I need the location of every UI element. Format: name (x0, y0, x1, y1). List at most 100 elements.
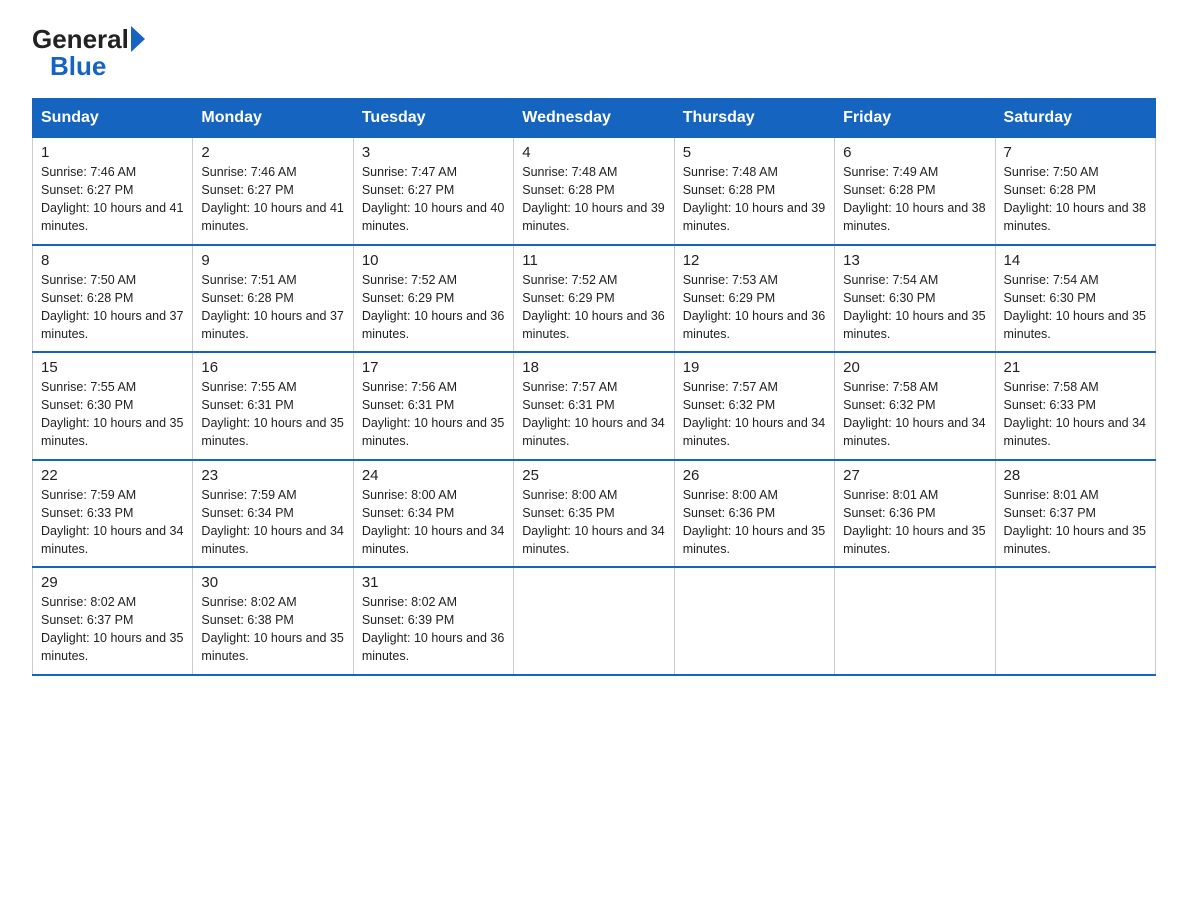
calendar-cell: 27 Sunrise: 8:01 AMSunset: 6:36 PMDaylig… (835, 460, 995, 568)
day-info: Sunrise: 7:52 AMSunset: 6:29 PMDaylight:… (362, 271, 505, 344)
calendar-cell: 21 Sunrise: 7:58 AMSunset: 6:33 PMDaylig… (995, 352, 1155, 460)
calendar-cell (674, 567, 834, 675)
header-thursday: Thursday (674, 99, 834, 138)
calendar-cell: 5 Sunrise: 7:48 AMSunset: 6:28 PMDayligh… (674, 138, 834, 245)
calendar-cell: 7 Sunrise: 7:50 AMSunset: 6:28 PMDayligh… (995, 138, 1155, 245)
day-number: 30 (201, 574, 344, 591)
calendar-cell: 28 Sunrise: 8:01 AMSunset: 6:37 PMDaylig… (995, 460, 1155, 568)
day-number: 27 (843, 467, 986, 484)
calendar-cell (514, 567, 674, 675)
calendar-cell: 24 Sunrise: 8:00 AMSunset: 6:34 PMDaylig… (353, 460, 513, 568)
day-info: Sunrise: 7:46 AMSunset: 6:27 PMDaylight:… (201, 163, 344, 236)
day-number: 4 (522, 144, 665, 161)
calendar-cell: 26 Sunrise: 8:00 AMSunset: 6:36 PMDaylig… (674, 460, 834, 568)
day-number: 24 (362, 467, 505, 484)
day-number: 23 (201, 467, 344, 484)
day-number: 15 (41, 359, 184, 376)
day-number: 12 (683, 252, 826, 269)
day-info: Sunrise: 7:46 AMSunset: 6:27 PMDaylight:… (41, 163, 184, 236)
day-info: Sunrise: 7:58 AMSunset: 6:32 PMDaylight:… (843, 378, 986, 451)
day-number: 29 (41, 574, 184, 591)
day-number: 8 (41, 252, 184, 269)
calendar-cell: 19 Sunrise: 7:57 AMSunset: 6:32 PMDaylig… (674, 352, 834, 460)
day-info: Sunrise: 7:49 AMSunset: 6:28 PMDaylight:… (843, 163, 986, 236)
day-info: Sunrise: 8:02 AMSunset: 6:37 PMDaylight:… (41, 593, 184, 666)
calendar-cell: 12 Sunrise: 7:53 AMSunset: 6:29 PMDaylig… (674, 245, 834, 353)
day-info: Sunrise: 7:54 AMSunset: 6:30 PMDaylight:… (843, 271, 986, 344)
page-header: General Blue (32, 24, 1156, 82)
calendar-cell: 30 Sunrise: 8:02 AMSunset: 6:38 PMDaylig… (193, 567, 353, 675)
day-number: 16 (201, 359, 344, 376)
week-row-3: 15 Sunrise: 7:55 AMSunset: 6:30 PMDaylig… (33, 352, 1156, 460)
day-info: Sunrise: 7:50 AMSunset: 6:28 PMDaylight:… (1004, 163, 1147, 236)
day-info: Sunrise: 7:48 AMSunset: 6:28 PMDaylight:… (522, 163, 665, 236)
week-row-2: 8 Sunrise: 7:50 AMSunset: 6:28 PMDayligh… (33, 245, 1156, 353)
day-info: Sunrise: 8:01 AMSunset: 6:37 PMDaylight:… (1004, 486, 1147, 559)
logo-arrow-icon (131, 26, 145, 52)
day-info: Sunrise: 8:00 AMSunset: 6:34 PMDaylight:… (362, 486, 505, 559)
header-tuesday: Tuesday (353, 99, 513, 138)
calendar-cell (995, 567, 1155, 675)
day-info: Sunrise: 7:47 AMSunset: 6:27 PMDaylight:… (362, 163, 505, 236)
day-number: 11 (522, 252, 665, 269)
calendar-cell: 10 Sunrise: 7:52 AMSunset: 6:29 PMDaylig… (353, 245, 513, 353)
calendar-cell: 15 Sunrise: 7:55 AMSunset: 6:30 PMDaylig… (33, 352, 193, 460)
week-row-1: 1 Sunrise: 7:46 AMSunset: 6:27 PMDayligh… (33, 138, 1156, 245)
calendar-cell: 20 Sunrise: 7:58 AMSunset: 6:32 PMDaylig… (835, 352, 995, 460)
calendar-header-row: SundayMondayTuesdayWednesdayThursdayFrid… (33, 99, 1156, 138)
day-info: Sunrise: 7:56 AMSunset: 6:31 PMDaylight:… (362, 378, 505, 451)
calendar-cell: 11 Sunrise: 7:52 AMSunset: 6:29 PMDaylig… (514, 245, 674, 353)
calendar-cell: 23 Sunrise: 7:59 AMSunset: 6:34 PMDaylig… (193, 460, 353, 568)
calendar-cell: 29 Sunrise: 8:02 AMSunset: 6:37 PMDaylig… (33, 567, 193, 675)
day-number: 14 (1004, 252, 1147, 269)
day-number: 22 (41, 467, 184, 484)
header-friday: Friday (835, 99, 995, 138)
week-row-4: 22 Sunrise: 7:59 AMSunset: 6:33 PMDaylig… (33, 460, 1156, 568)
day-info: Sunrise: 7:59 AMSunset: 6:33 PMDaylight:… (41, 486, 184, 559)
day-number: 1 (41, 144, 184, 161)
header-monday: Monday (193, 99, 353, 138)
day-info: Sunrise: 7:55 AMSunset: 6:31 PMDaylight:… (201, 378, 344, 451)
calendar-cell: 3 Sunrise: 7:47 AMSunset: 6:27 PMDayligh… (353, 138, 513, 245)
day-number: 13 (843, 252, 986, 269)
calendar-cell: 2 Sunrise: 7:46 AMSunset: 6:27 PMDayligh… (193, 138, 353, 245)
header-wednesday: Wednesday (514, 99, 674, 138)
day-number: 26 (683, 467, 826, 484)
day-number: 28 (1004, 467, 1147, 484)
calendar-cell: 31 Sunrise: 8:02 AMSunset: 6:39 PMDaylig… (353, 567, 513, 675)
day-number: 7 (1004, 144, 1147, 161)
day-info: Sunrise: 7:57 AMSunset: 6:32 PMDaylight:… (683, 378, 826, 451)
day-info: Sunrise: 8:02 AMSunset: 6:39 PMDaylight:… (362, 593, 505, 666)
calendar-cell (835, 567, 995, 675)
calendar-cell: 8 Sunrise: 7:50 AMSunset: 6:28 PMDayligh… (33, 245, 193, 353)
calendar-cell: 14 Sunrise: 7:54 AMSunset: 6:30 PMDaylig… (995, 245, 1155, 353)
week-row-5: 29 Sunrise: 8:02 AMSunset: 6:37 PMDaylig… (33, 567, 1156, 675)
calendar-cell: 25 Sunrise: 8:00 AMSunset: 6:35 PMDaylig… (514, 460, 674, 568)
calendar-cell: 22 Sunrise: 7:59 AMSunset: 6:33 PMDaylig… (33, 460, 193, 568)
header-sunday: Sunday (33, 99, 193, 138)
day-number: 5 (683, 144, 826, 161)
day-number: 21 (1004, 359, 1147, 376)
day-number: 2 (201, 144, 344, 161)
day-number: 17 (362, 359, 505, 376)
day-number: 19 (683, 359, 826, 376)
day-info: Sunrise: 7:54 AMSunset: 6:30 PMDaylight:… (1004, 271, 1147, 344)
calendar-table: SundayMondayTuesdayWednesdayThursdayFrid… (32, 98, 1156, 676)
logo: General Blue (32, 24, 145, 82)
day-info: Sunrise: 7:52 AMSunset: 6:29 PMDaylight:… (522, 271, 665, 344)
day-info: Sunrise: 7:57 AMSunset: 6:31 PMDaylight:… (522, 378, 665, 451)
day-info: Sunrise: 8:00 AMSunset: 6:36 PMDaylight:… (683, 486, 826, 559)
day-info: Sunrise: 7:59 AMSunset: 6:34 PMDaylight:… (201, 486, 344, 559)
calendar-cell: 9 Sunrise: 7:51 AMSunset: 6:28 PMDayligh… (193, 245, 353, 353)
day-number: 31 (362, 574, 505, 591)
calendar-cell: 17 Sunrise: 7:56 AMSunset: 6:31 PMDaylig… (353, 352, 513, 460)
calendar-cell: 16 Sunrise: 7:55 AMSunset: 6:31 PMDaylig… (193, 352, 353, 460)
day-info: Sunrise: 7:50 AMSunset: 6:28 PMDaylight:… (41, 271, 184, 344)
day-info: Sunrise: 7:51 AMSunset: 6:28 PMDaylight:… (201, 271, 344, 344)
calendar-cell: 13 Sunrise: 7:54 AMSunset: 6:30 PMDaylig… (835, 245, 995, 353)
day-number: 9 (201, 252, 344, 269)
calendar-cell: 6 Sunrise: 7:49 AMSunset: 6:28 PMDayligh… (835, 138, 995, 245)
day-info: Sunrise: 8:00 AMSunset: 6:35 PMDaylight:… (522, 486, 665, 559)
day-info: Sunrise: 8:01 AMSunset: 6:36 PMDaylight:… (843, 486, 986, 559)
day-number: 6 (843, 144, 986, 161)
